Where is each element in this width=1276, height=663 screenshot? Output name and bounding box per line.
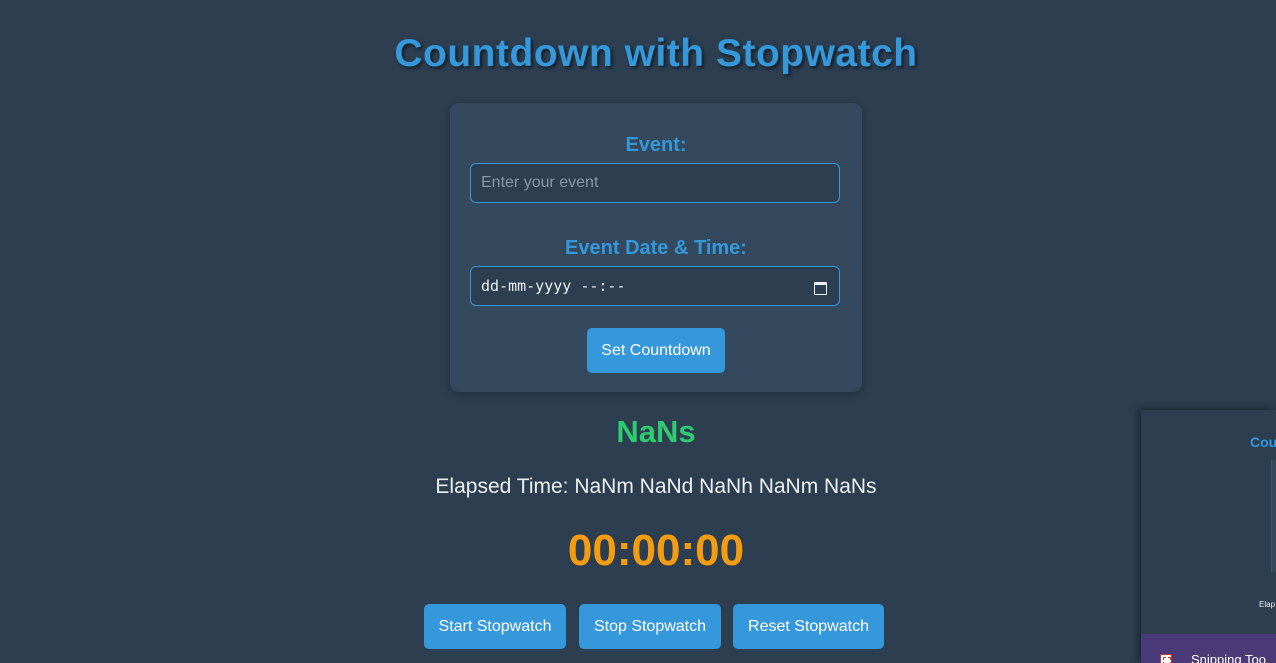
datetime-placeholder: dd-mm-yyyy --:-- [481, 277, 626, 295]
event-datetime-label: Event Date & Time: [565, 237, 747, 259]
calendar-icon[interactable] [814, 280, 827, 295]
preview-title: Cou [1250, 434, 1276, 450]
preview-elapsed: Elap [1259, 600, 1276, 609]
preview-card-edge [1271, 460, 1276, 572]
stop-stopwatch-button[interactable]: Stop Stopwatch [579, 604, 721, 649]
start-stopwatch-button[interactable]: Start Stopwatch [424, 604, 566, 649]
snipping-tool-preview[interactable]: Cou Elap Snipping Too [1141, 410, 1276, 663]
event-datetime-input[interactable]: dd-mm-yyyy --:-- [470, 266, 840, 306]
reset-stopwatch-button[interactable]: Reset Stopwatch [733, 604, 884, 649]
snipping-tool-label: Snipping Too [1191, 652, 1266, 663]
event-input[interactable] [470, 163, 840, 203]
countdown-form: Event: Event Date & Time: dd-mm-yyyy --:… [450, 103, 862, 392]
page-title: Countdown with Stopwatch [394, 32, 918, 75]
set-countdown-button[interactable]: Set Countdown [587, 328, 725, 373]
countdown-display: NaNs [616, 414, 696, 449]
elapsed-time: Elapsed Time: NaNm NaNd NaNh NaNm NaNs [435, 475, 877, 498]
snipping-tool-icon [1160, 654, 1172, 663]
stopwatch-display: 00:00:00 [567, 526, 745, 575]
event-label: Event: [625, 134, 687, 156]
